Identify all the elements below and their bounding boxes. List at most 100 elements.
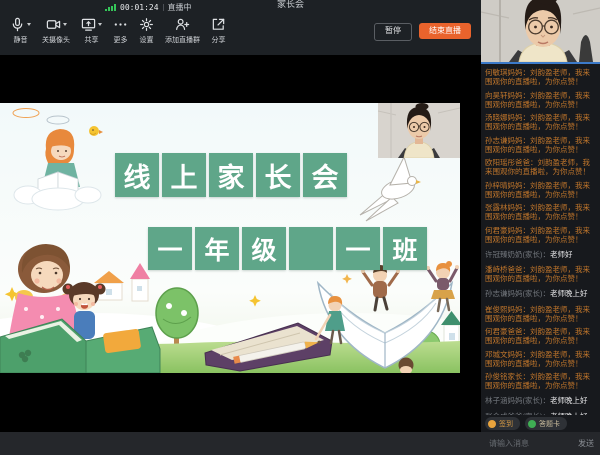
chat-message: 汤晓娜妈妈：刘韵盈老师，我来围观你的直播啦，为你点赞！: [485, 113, 597, 131]
title-tile: 线: [115, 153, 159, 197]
toolbar-right: 暂停 结束直播: [374, 13, 471, 55]
room-title: 家长会: [277, 0, 304, 10]
send-button[interactable]: 发送: [578, 438, 594, 449]
chat-sender: 孙俊铭家长：: [485, 372, 530, 381]
title-tile-empty: [289, 227, 333, 270]
footer-bar: 发送: [0, 432, 600, 455]
chat-quick-actions: 签到 答题卡: [481, 415, 600, 432]
divider: [163, 4, 164, 11]
tool-button-label: 共享: [85, 35, 99, 45]
chat-sender: 崔俊熙妈妈：: [485, 305, 530, 314]
chat-message: 何君豪妈妈：刘韵盈老师，我来围观你的直播啦，为你点赞！: [485, 226, 597, 244]
pause-button[interactable]: 暂停: [374, 23, 412, 41]
share-icon: [211, 17, 226, 32]
chat-message: 潘峙桥爸爸：刘韵盈老师，我来围观你的直播啦，为你点赞！: [485, 265, 597, 283]
tool-row: 静音 关摄像头 共享 更多设置 添加直播群 分享 暂停 结束直播: [10, 13, 471, 55]
end-live-button[interactable]: 结束直播: [419, 23, 471, 39]
chat-message-list[interactable]: 何敏琪妈妈：刘韵盈老师，我来围观你的直播啦，为你点赞！ 向昊轩妈妈：刘韵盈老师，我…: [481, 66, 600, 416]
signal-bars-icon: [105, 3, 116, 11]
tool-button-screen-share[interactable]: 共享: [81, 13, 102, 55]
answer-card-button[interactable]: 答题卡: [525, 417, 567, 430]
teacher-video-large: [481, 0, 600, 62]
chat-message: 向昊轩妈妈：刘韵盈老师，我来围观你的直播啦，为你点赞！: [485, 91, 597, 109]
chat-sender: 向昊轩妈妈：: [485, 91, 530, 100]
chat-message: 孙俊铭家长：刘韵盈老师，我来围观你的直播啦，为你点赞！: [485, 372, 597, 390]
answer-card-icon: [528, 420, 536, 428]
tool-button-more-dots[interactable]: 更多: [113, 13, 128, 55]
tool-buttons: 静音 关摄像头 共享 更多设置 添加直播群 分享: [10, 13, 226, 55]
live-status-label: 直播中: [168, 2, 192, 13]
chat-message: 许冠臻奶奶(家长)：老师好: [485, 250, 597, 259]
title-tile: 级: [242, 227, 286, 270]
gear-icon: [139, 17, 154, 32]
screen-share-icon: [81, 17, 102, 32]
stream-timer: 00:01:24: [120, 3, 159, 12]
slide-title: 线上家长会: [115, 153, 347, 197]
chat-message: 林子涵妈妈(家长)：老师晚上好: [485, 396, 597, 405]
teacher-camera-main[interactable]: [481, 0, 600, 62]
chat-sender: 张露林妈妈：: [485, 203, 530, 212]
slide: 线上家长会 一年级一班: [0, 103, 460, 373]
sign-in-button[interactable]: 签到: [485, 417, 520, 430]
chat-text: 老师好: [550, 250, 573, 259]
title-tile: 家: [209, 153, 253, 197]
tool-button-add-group[interactable]: 添加直播群: [165, 13, 200, 55]
camera-divider-line: [481, 62, 600, 64]
title-tile: 上: [162, 153, 206, 197]
tool-button-camera[interactable]: 关摄像头: [42, 13, 70, 55]
chevron-down-icon: [63, 23, 67, 26]
tool-button-label: 设置: [140, 35, 154, 45]
chat-text: 老师晚上好: [550, 289, 588, 298]
chat-text: 老师晚上好: [550, 396, 588, 405]
add-group-icon: [175, 17, 190, 32]
title-tile: 一: [148, 227, 192, 270]
title-tile: 长: [256, 153, 300, 197]
chat-sender: 孙梓晴妈妈：: [485, 181, 530, 190]
chat-message: 孙梓晴妈妈：刘韵盈老师，我来围观你的直播啦，为你点赞！: [485, 181, 597, 199]
chat-sender: 林子涵妈妈(家长)：: [485, 396, 550, 405]
main-area: 00:01:24 直播中 家长会 静音 关摄像头 共享 更多设置 添加直播群 分享 暂停 …: [0, 0, 481, 432]
chat-sender: 孙志谦妈妈(家长)：: [485, 289, 550, 298]
sign-in-icon: [488, 420, 496, 428]
live-stream-app: 00:01:24 直播中 家长会 静音 关摄像头 共享 更多设置 添加直播群 分享 暂停 …: [0, 0, 600, 455]
slide-subtitle: 一年级一班: [148, 227, 427, 270]
tool-button-label: 分享: [212, 35, 226, 45]
title-tile: 年: [195, 227, 239, 270]
chat-sender: 潘峙桥爸爸：: [485, 265, 530, 274]
right-panel: 何敏琪妈妈：刘韵盈老师，我来围观你的直播啦，为你点赞！ 向昊轩妈妈：刘韵盈老师，我…: [481, 0, 600, 432]
teacher-video-small: [378, 103, 460, 158]
teacher-camera-preview[interactable]: [378, 103, 460, 158]
chat-sender: 何敏琪妈妈：: [485, 68, 530, 77]
more-dots-icon: [113, 17, 128, 32]
tool-button-label: 静音: [14, 35, 28, 45]
chat-sender: 邓城文妈妈：: [485, 350, 530, 359]
chat-sender: 何君豪爸爸：: [485, 327, 530, 336]
presentation-stage: 线上家长会 一年级一班: [0, 55, 481, 432]
chat-message: 张露林妈妈：刘韵盈老师，我来围观你的直播啦，为你点赞！: [485, 203, 597, 221]
chat-message: 孙志谦妈妈(家长)：老师晚上好: [485, 289, 597, 298]
toolbar: 00:01:24 直播中 家长会 静音 关摄像头 共享 更多设置 添加直播群 分享 暂停 …: [0, 0, 481, 55]
chat-message: 孙志谦妈妈：刘韵盈老师，我来围观你的直播啦，为你点赞！: [485, 136, 597, 154]
chat-sender: 孙志谦妈妈：: [485, 136, 530, 145]
chat-sender: 汤晓娜妈妈：: [485, 113, 530, 122]
tool-button-label: 添加直播群: [165, 35, 200, 45]
chat-sender: 何君豪妈妈：: [485, 226, 530, 235]
tool-button-microphone[interactable]: 静音: [10, 13, 31, 55]
tool-button-label: 关摄像头: [42, 35, 70, 45]
tool-button-share[interactable]: 分享: [211, 13, 226, 55]
title-tile: 一: [336, 227, 380, 270]
message-input-row: 发送: [481, 432, 600, 455]
camera-icon: [46, 17, 67, 32]
title-tile: 班: [383, 227, 427, 270]
chat-message: 欧阳瑶彤爸爸：刘韵盈老师，我来围观你的直播啦，为你点赞！: [485, 158, 597, 176]
microphone-icon: [10, 17, 31, 32]
live-status-bar: 00:01:24 直播中: [105, 2, 192, 12]
chat-message: 何敏琪妈妈：刘韵盈老师，我来围观你的直播啦，为你点赞！: [485, 68, 597, 86]
tool-button-gear[interactable]: 设置: [139, 13, 154, 55]
chat-sender: 许冠臻奶奶(家长)：: [485, 250, 550, 259]
message-input[interactable]: [487, 438, 574, 449]
chat-sender: 欧阳瑶彤爸爸：: [485, 158, 538, 167]
chat-message: 邓城文妈妈：刘韵盈老师，我来围观你的直播啦，为你点赞！: [485, 350, 597, 368]
chat-message: 何君豪爸爸：刘韵盈老师，我来围观你的直播啦，为你点赞！: [485, 327, 597, 345]
chevron-down-icon: [98, 23, 102, 26]
